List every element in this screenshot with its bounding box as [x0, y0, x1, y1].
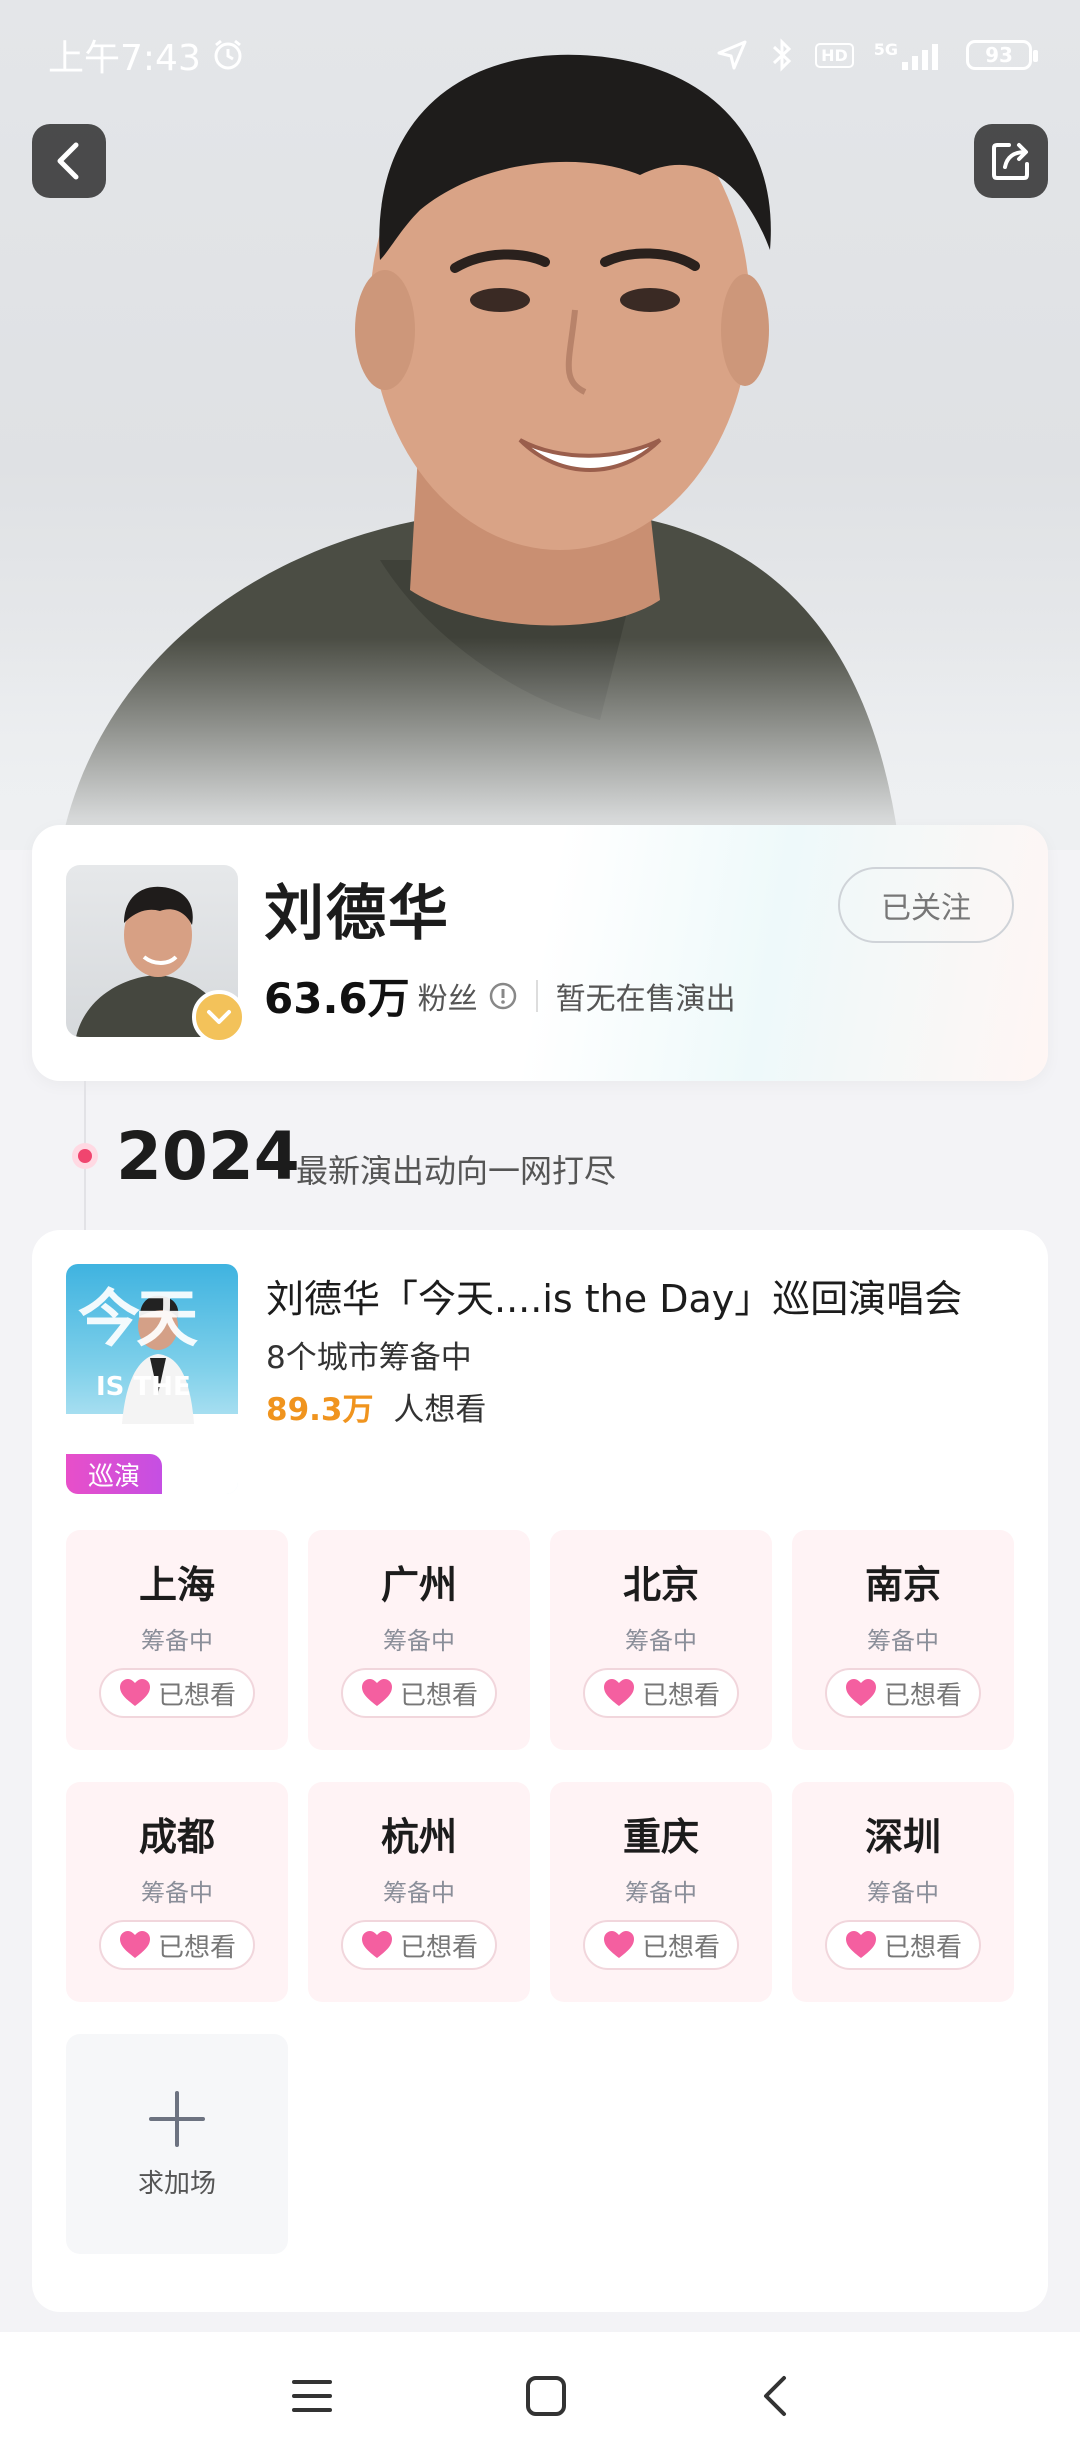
city-card-guangzhou[interactable]: 广州 筹备中 已想看	[308, 1530, 530, 1750]
city-card-shenzhen[interactable]: 深圳 筹备中 已想看	[792, 1782, 1014, 2002]
want-label: 人想看	[393, 1392, 487, 1428]
wanted-button[interactable]: 已想看	[583, 1668, 739, 1718]
heart-icon	[361, 1931, 392, 1958]
network-label: 5G	[873, 40, 898, 59]
city-grid: 上海 筹备中 已想看 广州 筹备中 已想看 北京 筹备中 已想看 南京 筹备中 …	[66, 1530, 1014, 2002]
follow-button[interactable]: 已关注	[838, 867, 1014, 943]
hero-banner: 上午7:43 HD 5G 93	[0, 0, 1080, 850]
city-status: 筹备中	[867, 1627, 939, 1655]
city-card-hangzhou[interactable]: 杭州 筹备中 已想看	[308, 1782, 530, 2002]
city-card-nanjing[interactable]: 南京 筹备中 已想看	[792, 1530, 1014, 1750]
wanted-label: 已想看	[399, 1932, 478, 1963]
artist-profile-card: 刘德华 63.6万 粉丝 暂无在售演出 已关注	[32, 825, 1048, 1081]
status-bar: 上午7:43 HD 5G 93	[0, 0, 1080, 110]
timeline-year: 2024	[116, 1118, 300, 1195]
poster-subtitle: IS THE	[96, 1372, 191, 1402]
city-card-chongqing[interactable]: 重庆 筹备中 已想看	[550, 1782, 772, 2002]
city-status: 筹备中	[141, 1879, 213, 1907]
city-status: 筹备中	[383, 1879, 455, 1907]
share-icon	[992, 143, 1029, 180]
wanted-button[interactable]: 已想看	[825, 1668, 981, 1718]
signal-icon	[902, 44, 938, 70]
heart-icon	[845, 1679, 876, 1706]
wanted-label: 已想看	[883, 1932, 962, 1963]
city-name: 广州	[380, 1563, 457, 1607]
add-show-button[interactable]: 求加场	[66, 2034, 288, 2254]
heart-icon	[845, 1931, 876, 1958]
add-show-label: 求加场	[137, 2168, 216, 2199]
want-count: 89.3万	[266, 1392, 374, 1428]
wanted-button[interactable]: 已想看	[99, 1920, 255, 1970]
heart-icon	[603, 1679, 634, 1706]
wanted-label: 已想看	[399, 1680, 478, 1711]
battery-level: 93	[985, 43, 1013, 67]
wanted-button[interactable]: 已想看	[825, 1920, 981, 1970]
city-card-shanghai[interactable]: 上海 筹备中 已想看	[66, 1530, 288, 1750]
tour-event-card[interactable]: 今天 IS THE 巡演 刘德华「今天....is the Day」巡回演唱会 …	[32, 1230, 1048, 2312]
heart-icon	[361, 1679, 392, 1706]
tour-tag: 巡演	[66, 1454, 162, 1494]
wanted-label: 已想看	[641, 1680, 720, 1711]
verified-badge-icon	[192, 990, 246, 1044]
city-card-beijing[interactable]: 北京 筹备中 已想看	[550, 1530, 772, 1750]
event-poster[interactable]: 今天 IS THE 巡演	[66, 1264, 238, 1494]
city-status: 筹备中	[625, 1627, 697, 1655]
city-name: 重庆	[622, 1815, 699, 1859]
menu-icon[interactable]	[290, 2376, 334, 2416]
stats-divider	[535, 979, 538, 1012]
no-show-status: 暂无在售演出	[555, 981, 736, 1017]
wanted-label: 已想看	[157, 1680, 236, 1711]
city-name: 上海	[138, 1563, 215, 1607]
bluetooth-icon	[773, 38, 792, 72]
timeline-subtitle: 最新演出动向一网打尽	[296, 1152, 617, 1190]
event-cities-status: 8个城市筹备中	[266, 1340, 472, 1376]
artist-hero-photo	[0, 0, 1080, 850]
share-button[interactable]	[974, 124, 1048, 198]
wanted-button[interactable]: 已想看	[341, 1668, 497, 1718]
fans-count: 63.6万	[264, 974, 410, 1023]
wanted-button[interactable]: 已想看	[341, 1920, 497, 1970]
city-name: 北京	[622, 1563, 699, 1607]
wanted-button[interactable]: 已想看	[583, 1920, 739, 1970]
artist-name: 刘德华	[264, 879, 450, 949]
heart-icon	[119, 1931, 150, 1958]
home-icon[interactable]	[524, 2374, 568, 2418]
city-card-chengdu[interactable]: 成都 筹备中 已想看	[66, 1782, 288, 2002]
wanted-button[interactable]: 已想看	[99, 1668, 255, 1718]
artist-stats: 63.6万 粉丝 暂无在售演出	[264, 965, 736, 1026]
city-name: 深圳	[864, 1815, 941, 1859]
plus-icon	[149, 2090, 205, 2147]
battery-icon: 93	[966, 40, 1038, 70]
event-want-count: 89.3万 人想看	[266, 1384, 486, 1429]
city-status: 筹备中	[625, 1879, 697, 1907]
wanted-label: 已想看	[883, 1680, 962, 1711]
location-icon	[717, 40, 747, 70]
back-nav-icon[interactable]	[758, 2374, 790, 2418]
timeline-dot-icon	[72, 1143, 98, 1169]
alarm-icon	[214, 39, 242, 70]
system-nav-bar	[0, 2332, 1080, 2460]
wanted-label: 已想看	[157, 1932, 236, 1963]
hd-badge: HD	[815, 42, 854, 68]
heart-icon	[603, 1931, 634, 1958]
heart-icon	[119, 1679, 150, 1706]
back-button[interactable]	[32, 124, 106, 198]
chevron-left-icon	[57, 142, 79, 180]
event-title[interactable]: 刘德华「今天....is the Day」巡回演唱会	[266, 1268, 962, 1323]
city-status: 筹备中	[141, 1627, 213, 1655]
poster-title: 今天	[78, 1282, 198, 1355]
city-name: 南京	[864, 1563, 941, 1607]
city-name: 杭州	[380, 1815, 457, 1859]
city-name: 成都	[138, 1815, 215, 1859]
city-status: 筹备中	[383, 1627, 455, 1655]
status-time: 上午7:43	[48, 38, 201, 79]
fans-label: 粉丝	[417, 981, 478, 1017]
city-status: 筹备中	[867, 1879, 939, 1907]
info-icon[interactable]	[488, 981, 518, 1011]
wanted-label: 已想看	[641, 1932, 720, 1963]
